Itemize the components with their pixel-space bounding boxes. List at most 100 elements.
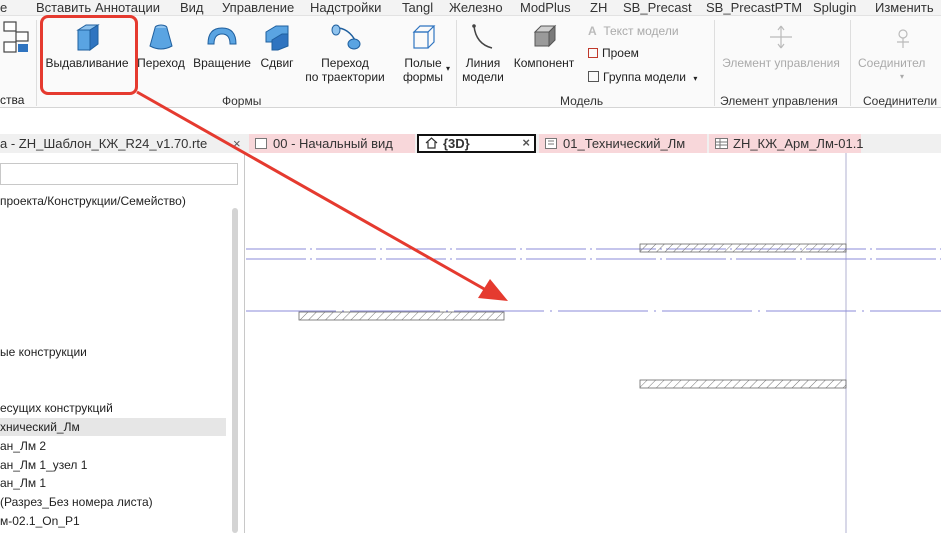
swept-blend-button[interactable]: Переход по траектории [300,22,390,84]
menu-view[interactable]: Вид [180,0,204,15]
connector-panel-label: Соединители [863,94,938,108]
tree-item[interactable]: (Разрез_Без номера листа) [0,493,153,511]
tree-item[interactable]: проекта/Конструкции/Семейство) [0,192,186,210]
tab-label: 01_Технический_Лм [563,136,686,151]
tab-label: 00 - Начальный вид [273,136,393,151]
browser-scrollbar[interactable] [232,208,238,533]
menu-modify[interactable]: Изменить [875,0,934,15]
opening-icon [588,48,598,58]
tree-item-selected[interactable]: хнический_Лм [0,418,226,436]
sweep-button[interactable]: Сдвиг [256,22,298,70]
menu-tangl[interactable]: Tangl [402,0,433,15]
model-panel-label: Модель [560,94,604,108]
panel-separator [456,20,457,106]
menu-splugin[interactable]: Splugin [813,0,856,15]
hatched-element-top[interactable] [639,243,847,253]
tree-item[interactable]: есущих конструкций [0,399,113,417]
menu-partial[interactable]: е [0,0,7,15]
control-panel-label: Элемент управления [720,94,838,108]
project-browser: проекта/Конструкции/Семейство) ые констр… [0,153,245,533]
control-button[interactable]: Элемент управления [718,22,844,70]
blend-button[interactable]: Переход [135,22,187,70]
control-arrows-icon [770,25,792,49]
ribbon: ства Выдавливание Переход Вращение Сдвиг [0,16,941,108]
connector-dropdown-icon[interactable]: ▾ [900,72,904,81]
tree-item[interactable]: ые конструкции [0,343,87,361]
model-group-button[interactable]: Группа модели ▾ [588,70,697,84]
browser-search-input[interactable] [0,163,238,185]
tab-label: {3D} [443,136,470,151]
hatched-element-bottom[interactable] [639,379,847,389]
tree-item[interactable]: ан_Лм 1_узел 1 [0,456,87,474]
component-icon [533,24,557,48]
revolve-button[interactable]: Вращение [190,22,254,70]
forms-panel-label: Формы [222,94,262,108]
partial-tool-label: ства [0,93,25,107]
swept-blend-label-1: Переход [321,56,369,70]
project-browser-title: а - ZH_Шаблон_КЖ_R24_v1.70.rte [0,136,208,151]
schedule-icon [715,138,728,149]
panel-separator [714,20,715,106]
model-group-dropdown-icon: ▾ [693,74,698,83]
menu-insert[interactable]: Вставить [36,0,91,15]
panel-separator [850,20,851,106]
menu-addins[interactable]: Надстройки [310,0,381,15]
menu-manage[interactable]: Управление [222,0,294,15]
tab-close-icon[interactable]: × [522,135,530,150]
hatched-element-middle[interactable] [298,311,505,321]
menu-modplus[interactable]: ModPlus [520,0,571,15]
tab-start-view[interactable]: 00 - Начальный вид [249,134,415,153]
control-label: Элемент управления [722,56,840,70]
model-group-label: Группа модели [603,70,687,84]
connector-button[interactable]: Соединител [858,22,941,70]
swept-blend-icon [331,24,361,50]
model-text-icon: A [588,24,597,38]
panel-separator [36,20,37,106]
opening-button[interactable]: Проем [588,46,639,60]
component-label: Компонент [513,56,575,70]
opening-label: Проем [602,46,639,60]
model-line-icon [472,24,493,49]
tab-label: ZH_КЖ_Арм_Лм-01.1 [733,136,864,151]
blend-label: Переход [137,56,185,70]
revolve-icon [207,27,237,45]
model-line-label-2: модели [462,70,504,84]
tab-3d[interactable]: {3D} × [417,134,536,153]
model-line-label-1: Линия [465,56,501,70]
void-forms-dropdown-icon[interactable]: ▾ [446,64,450,73]
model-text-label: Текст модели [603,24,679,38]
view-canvas[interactable] [246,153,941,533]
model-group-icon [588,71,599,82]
connector-icon [897,29,909,48]
menu-zh[interactable]: ZH [590,0,607,15]
sweep-icon [265,25,289,51]
menu-zhelezno[interactable]: Железно [449,0,503,15]
partial-tool-button[interactable] [0,20,34,54]
swept-blend-label-2: по траектории [305,70,385,84]
menu-bar: е Вставить Аннотации Вид Управление Надс… [0,0,941,16]
connector-label: Соединител [858,56,926,70]
family-types-icon [3,21,29,53]
component-button[interactable]: Компонент [510,22,578,70]
home-icon [425,137,438,149]
void-forms-label-1: Полые [404,56,442,70]
drawing-svg [246,153,941,533]
tab-technical-lm[interactable]: 01_Технический_Лм [539,134,707,153]
void-cube-icon [412,25,436,49]
tree-item[interactable]: ан_Лм 1 [0,474,46,492]
section-view-icon [545,138,557,149]
menu-sb-precast[interactable]: SB_Precast [623,0,692,15]
annotation-highlight-box [40,15,138,95]
void-forms-label-2: формы [402,70,444,84]
menu-sb-precast-ptm[interactable]: SB_PrecastPTM [706,0,802,15]
tree-item[interactable]: м-02.1_On_P1 [0,512,80,530]
void-forms-button[interactable]: Полые формы [396,22,450,84]
sweep-label: Сдвиг [260,56,294,70]
menu-annotate[interactable]: Аннотации [95,0,160,15]
tab-kzh-arm[interactable]: ZH_КЖ_Арм_Лм-01.1 [709,134,864,153]
tree-item[interactable]: ан_Лм 2 [0,437,46,455]
model-line-button[interactable]: Линия модели [460,22,506,84]
model-text-button[interactable]: A Текст модели [588,24,679,38]
browser-close-icon[interactable]: × [233,136,241,151]
revolve-label: Вращение [193,56,251,70]
